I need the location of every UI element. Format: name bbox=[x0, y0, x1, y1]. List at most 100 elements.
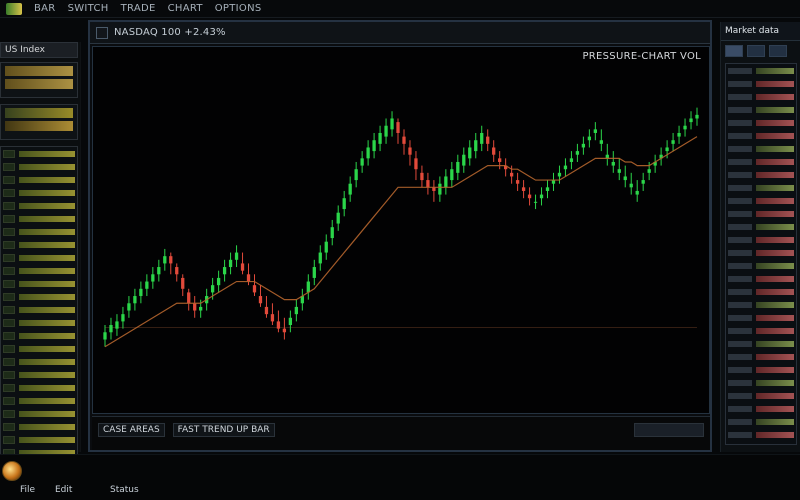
candle-body[interactable] bbox=[175, 267, 179, 275]
candle-body[interactable] bbox=[103, 332, 107, 340]
candle-body[interactable] bbox=[264, 306, 269, 315]
watchlist-row[interactable] bbox=[3, 356, 75, 368]
market-row[interactable] bbox=[728, 390, 794, 402]
candle-body[interactable] bbox=[187, 292, 191, 304]
watchlist-row[interactable] bbox=[3, 187, 75, 199]
candle-body[interactable] bbox=[157, 267, 161, 275]
watchlist-row[interactable] bbox=[3, 382, 75, 394]
market-row[interactable] bbox=[728, 234, 794, 246]
taskbar-item-status[interactable]: Status bbox=[110, 485, 139, 495]
candle-body[interactable] bbox=[480, 132, 484, 144]
candle-body[interactable] bbox=[252, 285, 257, 293]
market-data-list[interactable] bbox=[725, 63, 797, 445]
candle-body[interactable] bbox=[384, 125, 388, 137]
candle-body[interactable] bbox=[438, 183, 442, 195]
candle-body[interactable] bbox=[402, 136, 406, 144]
candle-body[interactable] bbox=[414, 158, 418, 170]
market-row[interactable] bbox=[728, 78, 794, 90]
candle-body[interactable] bbox=[109, 325, 113, 333]
right-panel-tab[interactable] bbox=[725, 45, 743, 57]
candle-body[interactable] bbox=[360, 158, 364, 166]
watchlist-row[interactable] bbox=[3, 148, 75, 160]
right-panel-tabs[interactable] bbox=[721, 41, 800, 61]
candle-body[interactable] bbox=[641, 180, 645, 184]
candle-body[interactable] bbox=[240, 263, 245, 271]
candle-body[interactable] bbox=[378, 132, 382, 144]
candle-body[interactable] bbox=[408, 147, 412, 155]
candle-body[interactable] bbox=[498, 158, 502, 162]
candle-body[interactable] bbox=[671, 140, 675, 144]
market-row[interactable] bbox=[728, 286, 794, 298]
candle-body[interactable] bbox=[426, 180, 430, 188]
candle-body[interactable] bbox=[456, 161, 460, 173]
candle-body[interactable] bbox=[444, 176, 448, 188]
candle-body[interactable] bbox=[545, 187, 550, 191]
candle-body[interactable] bbox=[318, 252, 322, 264]
candle-body[interactable] bbox=[527, 194, 532, 199]
candle-body[interactable] bbox=[396, 122, 400, 133]
taskbar-item-edit[interactable]: Edit bbox=[55, 485, 72, 495]
taskbar-item-file[interactable]: File bbox=[20, 485, 35, 495]
watchlist-row[interactable] bbox=[3, 291, 75, 303]
right-panel-tab[interactable] bbox=[769, 45, 787, 57]
candle-body[interactable] bbox=[121, 314, 125, 322]
market-row[interactable] bbox=[728, 312, 794, 324]
watchlist-row[interactable] bbox=[3, 226, 75, 238]
candle-body[interactable] bbox=[372, 140, 376, 152]
watchlist-table[interactable] bbox=[0, 146, 78, 463]
candle-body[interactable] bbox=[665, 147, 669, 152]
candle-body[interactable] bbox=[139, 288, 143, 297]
market-row[interactable] bbox=[728, 195, 794, 207]
candle-body[interactable] bbox=[587, 136, 592, 141]
candle-body[interactable] bbox=[312, 267, 316, 278]
market-row[interactable] bbox=[728, 65, 794, 77]
menu-item-chart[interactable]: CHART bbox=[168, 3, 203, 14]
candle-body[interactable] bbox=[348, 183, 352, 195]
candle-body[interactable] bbox=[617, 169, 621, 173]
market-row[interactable] bbox=[728, 416, 794, 428]
candle-body[interactable] bbox=[468, 147, 472, 159]
watchlist-row[interactable] bbox=[3, 304, 75, 316]
watchlist-row[interactable] bbox=[3, 395, 75, 407]
candle-body[interactable] bbox=[689, 118, 693, 123]
candlestick-chart[interactable] bbox=[93, 47, 709, 413]
candle-body[interactable] bbox=[647, 169, 651, 173]
candle-body[interactable] bbox=[390, 118, 394, 130]
watchlist-row[interactable] bbox=[3, 174, 75, 186]
candle-body[interactable] bbox=[270, 314, 275, 322]
candle-body[interactable] bbox=[629, 183, 633, 188]
market-row[interactable] bbox=[728, 208, 794, 220]
candle-body[interactable] bbox=[228, 259, 233, 268]
market-row[interactable] bbox=[728, 169, 794, 181]
market-row[interactable] bbox=[728, 338, 794, 350]
candle-body[interactable] bbox=[677, 132, 681, 137]
candle-body[interactable] bbox=[282, 328, 287, 333]
right-panel-tab[interactable] bbox=[747, 45, 765, 57]
candle-body[interactable] bbox=[115, 321, 119, 329]
watchlist-row[interactable] bbox=[3, 330, 75, 342]
candle-body[interactable] bbox=[222, 267, 227, 275]
market-row[interactable] bbox=[728, 403, 794, 415]
market-row[interactable] bbox=[728, 156, 794, 168]
market-row[interactable] bbox=[728, 429, 794, 441]
watchlist-row[interactable] bbox=[3, 265, 75, 277]
candle-body[interactable] bbox=[210, 285, 215, 293]
candle-body[interactable] bbox=[492, 147, 496, 155]
candle-body[interactable] bbox=[234, 252, 239, 260]
market-row[interactable] bbox=[728, 247, 794, 259]
watchlist-row[interactable] bbox=[3, 343, 75, 355]
watchlist-row[interactable] bbox=[3, 252, 75, 264]
candle-body[interactable] bbox=[127, 303, 131, 311]
candle-body[interactable] bbox=[486, 136, 490, 144]
market-row[interactable] bbox=[728, 104, 794, 116]
market-row[interactable] bbox=[728, 91, 794, 103]
candle-body[interactable] bbox=[193, 303, 197, 311]
candle-body[interactable] bbox=[563, 165, 568, 170]
menu-item-switch[interactable]: SWITCH bbox=[68, 3, 109, 14]
candle-body[interactable] bbox=[509, 172, 514, 177]
candle-body[interactable] bbox=[354, 169, 358, 181]
watchlist-row[interactable] bbox=[3, 317, 75, 329]
candle-body[interactable] bbox=[330, 227, 334, 239]
market-row[interactable] bbox=[728, 351, 794, 363]
watchlist-row[interactable] bbox=[3, 239, 75, 251]
